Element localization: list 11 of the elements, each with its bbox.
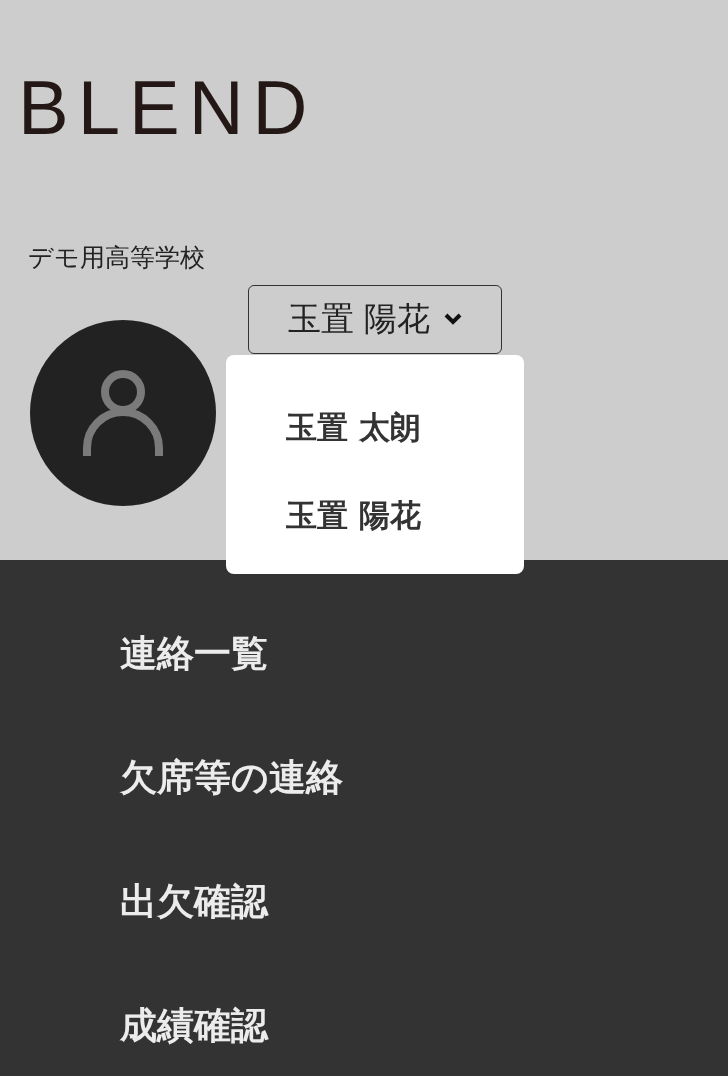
menu-item[interactable]: 玉置 陽花: [286, 470, 421, 559]
nav-item[interactable]: 欠席等の連絡: [120, 716, 343, 840]
school-name: デモ用高等学校: [28, 242, 205, 274]
nav-item[interactable]: 成績確認: [120, 964, 268, 1076]
person-icon: [83, 367, 163, 458]
user-select[interactable]: 玉置 陽花: [248, 284, 502, 354]
menu-item[interactable]: 玉置 太朗: [286, 382, 421, 471]
nav-item[interactable]: 出欠確認: [120, 840, 268, 964]
logo: BLEND: [18, 70, 318, 146]
chevron-down-icon: [444, 313, 463, 325]
nav-item[interactable]: 連絡一覧: [120, 592, 268, 716]
